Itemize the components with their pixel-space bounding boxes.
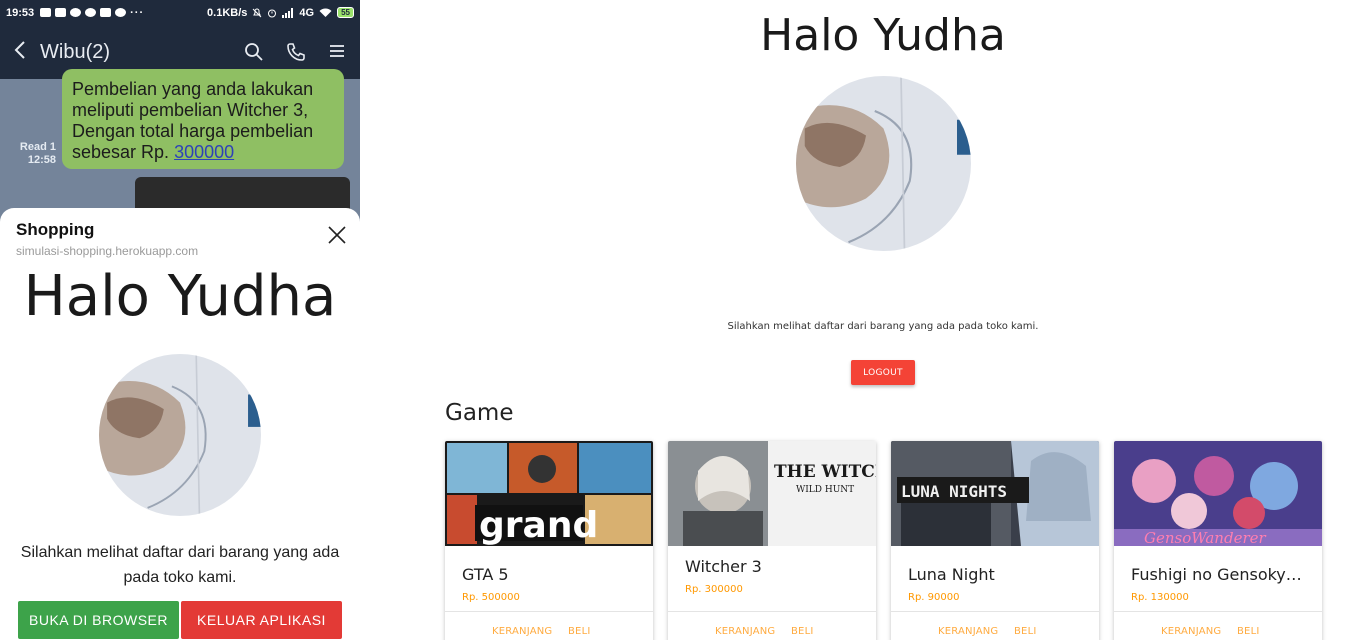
- product-price: Rp. 500000: [462, 592, 520, 603]
- read-label: Read 1: [19, 141, 56, 153]
- product-image[interactable]: GensoWanderer: [1114, 441, 1322, 546]
- add-to-cart-button[interactable]: KERANJANG: [715, 626, 775, 637]
- buy-button[interactable]: BELI: [791, 626, 814, 637]
- product-image-caption: THE WITCHER: [774, 462, 876, 482]
- greeting-heading: Halo Yudha: [760, 10, 1006, 61]
- back-arrow-icon[interactable]: [14, 40, 26, 65]
- product-image[interactable]: grand: [445, 441, 653, 546]
- network-type: 4G: [299, 6, 315, 19]
- phone-call-icon[interactable]: [286, 42, 306, 62]
- product-image[interactable]: THE WITCHER WILD HUNT: [668, 441, 876, 546]
- menu-icon[interactable]: [328, 42, 346, 62]
- product-image-caption: grand: [479, 505, 598, 546]
- product-image[interactable]: LUNA NIGHTS: [891, 441, 1099, 546]
- avatar: [796, 76, 971, 251]
- card-divider: [668, 611, 876, 612]
- app-icon: [115, 8, 127, 17]
- more-notifications-icon: ···: [130, 6, 145, 19]
- alarm-icon: [268, 9, 277, 17]
- read-receipt: Read 1 12:58: [18, 141, 56, 167]
- sheet-url: simulasi-shopping.herokuapp.com: [16, 244, 199, 258]
- message-time: 12:58: [27, 154, 56, 166]
- message-link[interactable]: 300000: [174, 142, 234, 162]
- section-title: Game: [445, 400, 514, 426]
- product-price: Rp. 130000: [1131, 592, 1189, 603]
- product-name[interactable]: GTA 5: [462, 565, 638, 584]
- message-bubble: Pembelian yang anda lakukan meliputi pem…: [62, 69, 344, 169]
- product-image-caption: GensoWanderer: [1144, 529, 1266, 546]
- card-divider: [1114, 611, 1322, 612]
- product-price: Rp. 300000: [685, 584, 743, 595]
- in-app-browser-sheet: Shopping simulasi-shopping.herokuapp.com…: [0, 208, 360, 640]
- notification-icon: [55, 8, 67, 17]
- network-speed: 0.1KB/s: [207, 6, 248, 19]
- notification-icon: [40, 8, 52, 17]
- wifi-icon: [319, 8, 332, 17]
- desktop-page: Halo Yudha Silahkan melihat daftar dari …: [360, 0, 1350, 640]
- logout-button[interactable]: LOGOUT: [851, 360, 915, 385]
- add-to-cart-button[interactable]: KERANJANG: [492, 626, 552, 637]
- greeting-heading: Halo Yudha: [23, 264, 337, 329]
- chat-messages: Read 1 12:58 Pembelian yang anda lakukan…: [0, 69, 360, 237]
- product-card: LUNA NIGHTS Luna Night Rp. 90000 KERANJA…: [891, 441, 1099, 640]
- status-time: 19:53: [6, 6, 35, 19]
- battery-indicator: 55: [337, 7, 354, 18]
- bell-off-icon: [253, 8, 262, 17]
- avatar: [99, 354, 261, 516]
- status-bar: 19:53 ··· 0.1KB/s 4G 55: [0, 0, 360, 25]
- messenger-icon: [70, 8, 82, 17]
- intro-text: Silahkan melihat daftar dari barang yang…: [727, 321, 1039, 332]
- product-card: GensoWanderer Fushigi no Gensokyo... Rp.…: [1114, 441, 1322, 640]
- add-to-cart-button[interactable]: KERANJANG: [1161, 626, 1221, 637]
- add-to-cart-button[interactable]: KERANJANG: [938, 626, 998, 637]
- card-divider: [891, 611, 1099, 612]
- open-in-browser-button[interactable]: BUKA DI BROWSER: [18, 601, 179, 639]
- buy-button[interactable]: BELI: [568, 626, 591, 637]
- product-name[interactable]: Witcher 3: [685, 557, 861, 576]
- buy-button[interactable]: BELI: [1237, 626, 1260, 637]
- phone-screenshot: 19:53 ··· 0.1KB/s 4G 55 Wibu(2) Read 1 1…: [0, 0, 360, 640]
- intro-text: Silahkan melihat daftar dari barang yang…: [20, 544, 340, 586]
- card-divider: [445, 611, 653, 612]
- chat-icon: [100, 8, 112, 17]
- product-card: THE WITCHER WILD HUNT Witcher 3 Rp. 3000…: [668, 441, 876, 640]
- sheet-title: Shopping: [16, 220, 95, 239]
- product-price: Rp. 90000: [908, 592, 960, 603]
- messenger-icon: [85, 8, 97, 17]
- search-icon[interactable]: [244, 42, 264, 62]
- product-card: grand GTA 5 Rp. 500000 KERANJANG BELI: [445, 441, 653, 640]
- close-icon[interactable]: [328, 226, 346, 248]
- product-image-subcaption: WILD HUNT: [796, 485, 854, 495]
- signal-icon: [282, 7, 294, 18]
- product-image-caption: LUNA NIGHTS: [901, 482, 1007, 501]
- exit-app-button[interactable]: KELUAR APLIKASI: [181, 601, 342, 639]
- chat-title: Wibu(2): [40, 40, 111, 63]
- product-name[interactable]: Luna Night: [908, 565, 1084, 584]
- product-name[interactable]: Fushigi no Gensokyo...: [1131, 565, 1307, 584]
- notification-icons: [40, 8, 127, 17]
- buy-button[interactable]: BELI: [1014, 626, 1037, 637]
